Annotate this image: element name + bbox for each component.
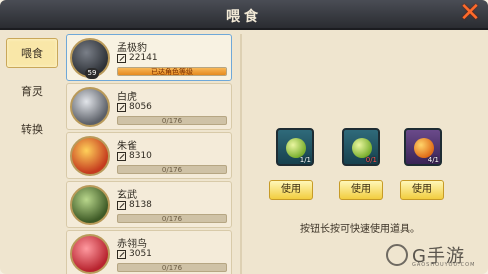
pet-row[interactable]: 朱雀 8310 0/176 [66, 132, 232, 179]
power-value: 8138 [129, 200, 152, 210]
exp-bar-text: 已达角色等级 [151, 68, 193, 76]
pet-avatar [70, 234, 110, 274]
item-slots: 1/1 0/1 4/1 [270, 128, 460, 184]
use-button-2[interactable]: 使用 [339, 180, 383, 200]
pet-name: 白虎 [117, 92, 137, 103]
power-value: 22141 [129, 53, 158, 63]
power-info: 8310 [117, 151, 152, 161]
item-slot-1[interactable]: 1/1 [276, 128, 314, 166]
side-tabs: 喂食 育灵 转换 [6, 38, 58, 152]
power-info: 8056 [117, 102, 152, 112]
item-count: 4/1 [427, 156, 439, 164]
power-icon [117, 200, 126, 210]
watermark-logo: G手游 GAOSHOUYOU.COM [386, 242, 482, 270]
pet-avatar [70, 136, 110, 176]
pet-row[interactable]: 59 孟极豹 22141 已达角色等级 [66, 34, 232, 81]
item-slot-3[interactable]: 4/1 [404, 128, 442, 166]
divider [240, 34, 242, 274]
exp-bar-text: 0/176 [161, 215, 183, 223]
exp-bar-text: 0/176 [161, 264, 183, 272]
pet-list[interactable]: 59 孟极豹 22141 已达角色等级 白虎 8056 0/176 朱雀 831… [66, 34, 236, 274]
logo-icon [386, 244, 408, 266]
pet-name: 朱雀 [117, 141, 137, 152]
exp-bar: 0/176 [117, 263, 227, 272]
power-icon [117, 249, 126, 259]
pet-avatar: 59 [70, 38, 110, 79]
exp-bar: 0/176 [117, 214, 227, 223]
exp-bar: 0/176 [117, 165, 227, 174]
level-badge: 59 [85, 68, 99, 79]
fruit-bundle-icon [352, 138, 372, 158]
use-button-3[interactable]: 使用 [400, 180, 444, 200]
exp-bar: 0/176 [117, 116, 227, 125]
exp-bar-text: 0/176 [161, 166, 183, 174]
power-info: 3051 [117, 249, 152, 259]
item-slot-2[interactable]: 0/1 [342, 128, 380, 166]
pet-row[interactable]: 赤翎鸟 3051 0/176 [66, 230, 232, 274]
hint-text: 按钮长按可快速使用道具。 [300, 224, 420, 235]
close-icon[interactable]: ✕ [458, 0, 482, 26]
pet-row[interactable]: 玄武 8138 0/176 [66, 181, 232, 228]
tab-feed[interactable]: 喂食 [6, 38, 58, 68]
pet-name: 孟极豹 [117, 43, 147, 54]
fruit-icon [286, 138, 306, 158]
title-bar: 喂食 ✕ [0, 0, 488, 30]
power-value: 3051 [129, 249, 152, 259]
use-button-1[interactable]: 使用 [269, 180, 313, 200]
pet-row[interactable]: 白虎 8056 0/176 [66, 83, 232, 130]
tab-nurture[interactable]: 育灵 [6, 76, 58, 106]
power-value: 8310 [129, 151, 152, 161]
power-info: 8138 [117, 200, 152, 210]
pet-avatar [70, 87, 110, 127]
feed-panel: 喂食 ✕ 喂食 育灵 转换 59 孟极豹 22141 已达角色等级 白虎 805… [0, 0, 488, 274]
tab-convert[interactable]: 转换 [6, 114, 58, 144]
power-icon [117, 53, 126, 63]
exp-bar-text: 0/176 [161, 117, 183, 125]
panel-title: 喂食 [226, 9, 262, 25]
power-value: 8056 [129, 102, 152, 112]
orange-fruit-icon [414, 138, 434, 158]
pet-name: 赤翎鸟 [117, 239, 147, 250]
item-count: 0/1 [365, 156, 377, 164]
item-count: 1/1 [299, 156, 311, 164]
pet-avatar [70, 185, 110, 225]
power-icon [117, 151, 126, 161]
power-info: 22141 [117, 53, 158, 63]
logo-subtext: GAOSHOUYOU.COM [412, 262, 476, 268]
exp-bar: 已达角色等级 [117, 67, 227, 76]
pet-name: 玄武 [117, 190, 137, 201]
power-icon [117, 102, 126, 112]
